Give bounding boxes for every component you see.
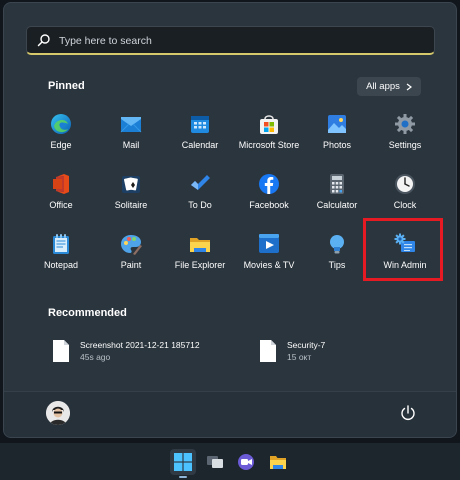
app-label: Movies & TV	[243, 260, 295, 270]
search-box[interactable]: Type here to search	[26, 26, 435, 55]
app-label: Microsoft Store	[238, 140, 300, 150]
play-icon	[259, 234, 279, 253]
app-label: Office	[49, 200, 73, 210]
all-apps-label: All apps	[366, 81, 400, 92]
calendar-icon	[191, 116, 209, 133]
app-label: To Do	[188, 200, 212, 210]
pinned-app-photos[interactable]: Photos	[300, 110, 374, 166]
pinned-app-calendar[interactable]: Calendar	[163, 110, 237, 166]
user-avatar-icon	[46, 401, 70, 425]
store-icon	[260, 115, 278, 134]
app-label: Photos	[322, 140, 352, 150]
recommended-heading: Recommended	[48, 307, 127, 319]
recommended-item-time: 15 окт	[287, 352, 312, 362]
search-placeholder: Type here to search	[59, 35, 152, 47]
pinned-app-solitaire[interactable]: Solitaire	[94, 170, 168, 226]
photos-icon	[328, 115, 346, 133]
pinned-app-office[interactable]: Office	[24, 170, 98, 226]
app-label: Edge	[50, 140, 72, 150]
mail-icon	[120, 117, 142, 133]
start-menu: Type here to search Pinned All apps Edge…	[3, 2, 457, 438]
pinned-app-mail[interactable]: Mail	[94, 110, 168, 166]
facebook-icon	[259, 174, 279, 194]
app-label: Clock	[393, 200, 417, 210]
chevron-right-icon	[406, 83, 412, 90]
app-label: File Explorer	[174, 260, 226, 270]
recommended-item[interactable]: Screenshot 2021-12-21 185712 45s ago	[52, 339, 242, 371]
document-icon	[260, 340, 276, 362]
pinned-app-movies-tv[interactable]: Movies & TV	[232, 230, 306, 286]
app-label: Mail	[122, 140, 140, 150]
pinned-app-edge[interactable]: Edge	[24, 110, 98, 166]
app-label: Calendar	[181, 140, 219, 150]
pinned-heading: Pinned	[48, 80, 85, 92]
windows-logo-icon	[174, 453, 192, 471]
lightbulb-icon	[330, 235, 344, 254]
start-footer	[4, 391, 456, 437]
pinned-app-file-explorer[interactable]: File Explorer	[163, 230, 237, 286]
app-label: Paint	[120, 260, 142, 270]
taskbar-task-view-button[interactable]	[202, 449, 228, 475]
app-label: Solitaire	[114, 200, 148, 210]
recommended-item-time: 45s ago	[80, 352, 111, 362]
recommended-item-name: Security-7	[287, 340, 326, 350]
power-icon[interactable]	[399, 404, 417, 422]
search-icon	[37, 34, 50, 47]
taskbar	[0, 443, 460, 480]
pinned-app-paint[interactable]: Paint	[94, 230, 168, 286]
app-label: Calculator	[316, 200, 358, 210]
recommended-item-name: Screenshot 2021-12-21 185712	[80, 340, 200, 350]
active-indicator	[179, 476, 187, 478]
pinned-app-to-do[interactable]: To Do	[163, 170, 237, 226]
pinned-app-facebook[interactable]: Facebook	[232, 170, 306, 226]
pinned-app-settings[interactable]: Settings	[368, 110, 442, 166]
chat-icon	[238, 454, 254, 470]
gear-icon	[395, 114, 415, 134]
taskbar-chat-button[interactable]	[233, 449, 259, 475]
avatar[interactable]	[46, 401, 70, 425]
cards-icon	[122, 176, 140, 193]
document-icon	[53, 340, 69, 362]
app-label: Settings	[388, 140, 422, 150]
notepad-icon	[53, 234, 69, 254]
clock-icon	[395, 174, 415, 194]
checkmark-icon	[191, 175, 210, 190]
all-apps-button[interactable]: All apps	[357, 77, 421, 96]
pinned-app-notepad[interactable]: Notepad	[24, 230, 98, 286]
taskbar-start-button[interactable]	[170, 449, 196, 478]
office-icon	[53, 174, 69, 194]
app-label: Notepad	[43, 260, 79, 270]
app-label: Facebook	[249, 200, 289, 210]
palette-icon	[121, 235, 142, 255]
task-view-icon	[207, 456, 223, 468]
recommended-item[interactable]: Security-7 15 окт	[259, 339, 409, 371]
highlight-box	[363, 218, 443, 281]
folder-icon	[190, 238, 210, 252]
taskbar-file-explorer-button[interactable]	[265, 449, 291, 475]
edge-icon	[51, 114, 71, 134]
pinned-app-microsoft-store[interactable]: Microsoft Store	[232, 110, 306, 166]
calculator-icon	[330, 174, 344, 194]
folder-icon	[270, 456, 286, 469]
